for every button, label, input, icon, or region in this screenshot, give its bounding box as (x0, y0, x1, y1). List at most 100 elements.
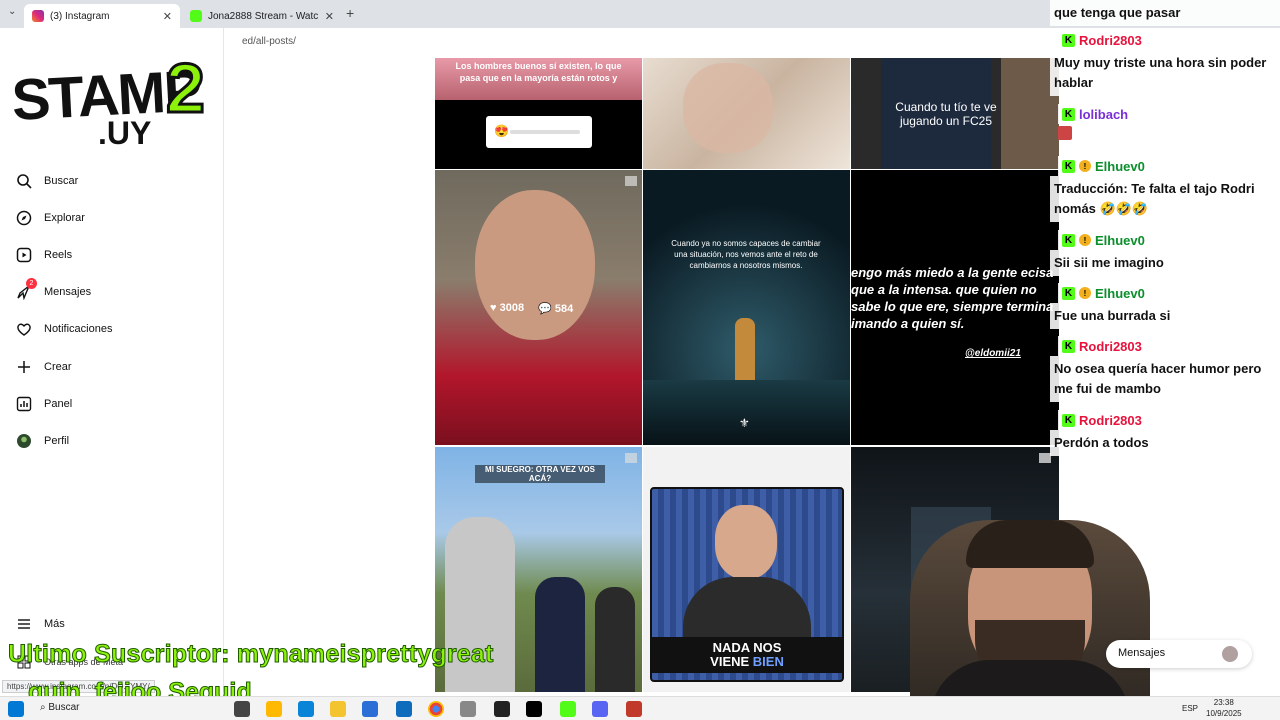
sidebar-item-label: Mensajes (44, 286, 92, 298)
chat-username: K ! Elhuev0 (1058, 283, 1151, 303)
post-tile[interactable]: engo más miedo a la gente ecisa que a la… (851, 170, 1059, 445)
post-tile[interactable]: Cuando ya no somos capaces de cambiar un… (643, 170, 850, 445)
sidebar-item-label: Explorar (44, 212, 85, 224)
username-text: Rodri2803 (1079, 32, 1142, 48)
taskbar-search[interactable]: ⌕ Buscar (40, 702, 80, 713)
sidebar-item-label: Perfil (44, 435, 70, 447)
sidebar-item-explorar[interactable]: Explorar (16, 210, 85, 226)
post-tile[interactable]: Cuando tu tío te ve jugando un FC25 (851, 58, 1059, 169)
tiktok-icon[interactable] (526, 701, 542, 717)
kick-badge-icon: K (1062, 33, 1075, 47)
kick-badge-icon: K (1062, 339, 1075, 353)
sidebar-item-notificaciones[interactable]: Notificaciones (16, 321, 112, 337)
likes-value: 3008 (499, 302, 525, 314)
chat-username: K ! Elhuev0 (1058, 156, 1151, 176)
post-tile[interactable]: Los hombres buenos sí existen, lo que pa… (435, 58, 642, 169)
new-tab-icon[interactable]: + (346, 5, 354, 21)
chat-message: No osea quería hacer humor pero me fui d… (1050, 356, 1280, 402)
coin-badge-icon: ! (1079, 160, 1091, 172)
post-handle: @eldomii21 (965, 348, 1021, 359)
comments-count: 💬 584 (538, 303, 574, 315)
messages-pill[interactable]: Mensajes (1106, 640, 1252, 668)
windows-taskbar: ⌕ Buscar ESP 23:38 10/9/2025 (0, 696, 1280, 720)
capcut-icon[interactable] (494, 701, 510, 717)
post-caption: Cuando tu tío te ve jugando un FC25 (895, 100, 997, 128)
sidebar-item-mas[interactable]: Más (16, 616, 65, 632)
username-text: Elhuev0 (1095, 158, 1145, 174)
kick-icon[interactable] (560, 701, 576, 717)
close-tab-icon[interactable]: ✕ (163, 10, 172, 23)
caption-line: NADA NOS (712, 640, 782, 655)
instagram-favicon-icon (32, 10, 44, 22)
chrome-icon[interactable] (428, 701, 444, 717)
language-indicator[interactable]: ESP (1182, 704, 1198, 713)
sidebar-item-label: Notificaciones (44, 323, 113, 335)
sidebar-item-crear[interactable]: Crear (16, 359, 72, 375)
stream-chat: que tenga que pasar K Rodri2803 Muy muy … (1046, 0, 1280, 460)
sidebar-item-panel[interactable]: Panel (16, 396, 72, 412)
task-view-icon[interactable] (234, 701, 250, 717)
username-text: lolibach (1079, 106, 1129, 122)
edge-icon[interactable] (298, 701, 314, 717)
coin-badge-icon: ! (1079, 234, 1091, 246)
store-icon[interactable] (362, 701, 378, 717)
kick-badge-icon: K (1062, 413, 1075, 427)
tab-list-icon[interactable]: ⌄ (8, 6, 16, 17)
plus-icon (18, 361, 30, 373)
outlook-icon[interactable] (396, 701, 412, 717)
messages-pill-label: Mensajes (1118, 647, 1166, 659)
clock-date: 10/9/2025 (1206, 709, 1242, 718)
coin-badge-icon: ! (1079, 287, 1091, 299)
post-tile[interactable]: NADA NOS VIENE BIEN (643, 447, 850, 692)
sidebar-item-buscar[interactable]: Buscar (16, 173, 78, 189)
reel-icon (625, 453, 637, 463)
file-explorer-icon[interactable] (330, 701, 346, 717)
obs-icon[interactable] (626, 701, 642, 717)
username-text: Rodri2803 (1079, 412, 1142, 428)
tab-label: Jona2888 Stream - Watch Live (208, 10, 318, 22)
search-icon (17, 174, 32, 189)
chat-message: Perdón a todos (1050, 430, 1280, 456)
tab-instagram[interactable]: (3) Instagram ✕ (24, 4, 180, 28)
post-tile[interactable] (643, 58, 850, 169)
post-caption: NADA NOS VIENE BIEN (650, 637, 844, 673)
emoji-slider-sticker: 😍 (486, 116, 592, 148)
chat-username: K Rodri2803 (1058, 336, 1148, 356)
windows-start-icon[interactable] (8, 701, 24, 717)
caption-line: VIENE (710, 654, 753, 669)
reels-icon (16, 247, 32, 263)
sidebar-item-mensajes[interactable]: 2 Mensajes (16, 278, 92, 300)
sidebar-item-label: Panel (44, 398, 73, 410)
clock[interactable]: 23:38 10/9/2025 (1206, 697, 1242, 719)
comments-value: 584 (554, 303, 574, 315)
discord-icon[interactable] (592, 701, 608, 717)
chat-message: que tenga que pasar (1050, 0, 1280, 26)
webcam-feed (880, 500, 1180, 720)
post-caption: Los hombres buenos sí existen, lo que pa… (455, 61, 622, 83)
avatar-icon (17, 434, 31, 448)
chat-username: K ! Elhuev0 (1058, 230, 1151, 250)
hamburger-menu-icon (18, 619, 30, 629)
kick-badge-icon: K (1062, 107, 1075, 121)
widgets-icon[interactable] (266, 701, 282, 717)
chat-message: Muy muy triste una hora sin poder hablar (1050, 50, 1280, 96)
tab-label: (3) Instagram (50, 10, 110, 22)
sidebar-item-reels[interactable]: Reels (16, 247, 72, 263)
username-text: Elhuev0 (1095, 285, 1145, 301)
heart-icon (17, 323, 31, 336)
sidebar-item-perfil[interactable]: Perfil (16, 433, 69, 449)
caption-highlight: BIEN (752, 654, 784, 669)
sidebar-item-label: Buscar (44, 175, 79, 187)
username-text: Elhuev0 (1095, 232, 1145, 248)
close-tab-icon[interactable]: ✕ (325, 10, 334, 23)
post-caption: MI SUEGRO: OTRA VEZ VOS ACÁ? (475, 465, 605, 483)
post-tile[interactable]: ♥ 3008 💬 584 (435, 170, 642, 445)
chat-username: K Rodri2803 (1058, 30, 1148, 50)
address-bar[interactable]: ed/all-posts/ (240, 30, 1060, 54)
settings-icon[interactable] (460, 701, 476, 717)
tab-kick-stream[interactable]: Jona2888 Stream - Watch Live ✕ (182, 4, 342, 28)
knight-figure (735, 318, 755, 384)
likes-count: ♥ 3008 (490, 302, 525, 314)
chat-username: K Rodri2803 (1058, 410, 1148, 430)
emote-icon (1058, 126, 1072, 140)
